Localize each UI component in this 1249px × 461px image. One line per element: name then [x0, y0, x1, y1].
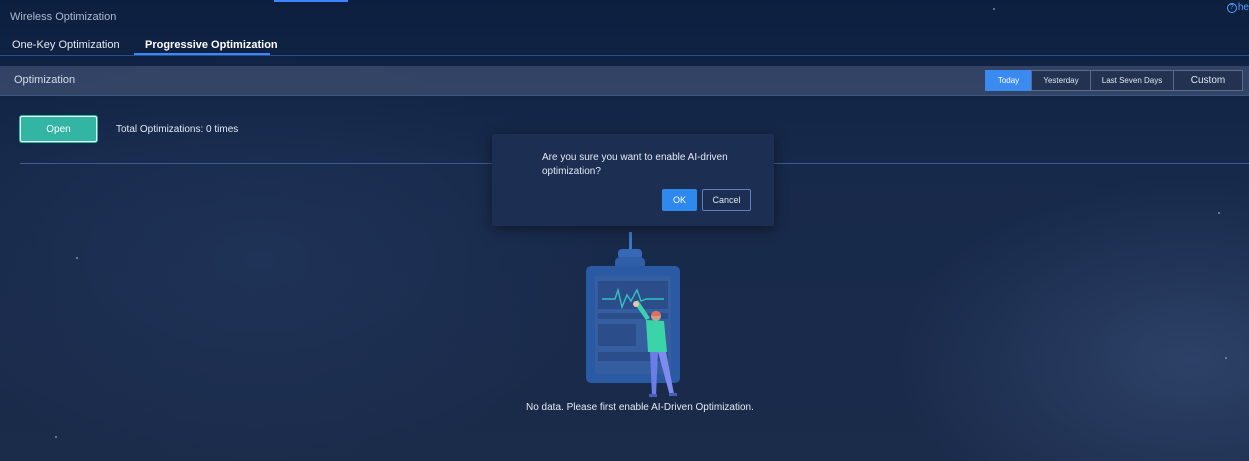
help-circle-icon: ?: [1226, 3, 1237, 13]
help-label: he: [1237, 2, 1249, 13]
filter-today-button[interactable]: Today: [985, 70, 1032, 91]
background-star: [76, 257, 78, 259]
ok-button[interactable]: OK: [662, 189, 697, 211]
clipboard-monitor-icon: [586, 232, 680, 397]
filter-yesterday-button[interactable]: Yesterday: [1031, 70, 1091, 91]
dialog-message: Are you sure you want to enable AI-drive…: [542, 152, 728, 177]
filter-custom-button[interactable]: Custom: [1173, 70, 1243, 91]
empty-state-message: No data. Please first enable AI-Driven O…: [526, 402, 754, 413]
help-link[interactable]: ? he: [1226, 2, 1249, 13]
tabs-divider: [0, 55, 1249, 56]
background-star: [55, 436, 57, 438]
background-star: [1225, 357, 1227, 359]
open-button[interactable]: Open: [20, 116, 97, 142]
confirm-dialog: [492, 134, 774, 226]
background-star: [1218, 212, 1220, 214]
section-title: Optimization: [14, 74, 76, 86]
background-star: [993, 8, 995, 10]
tab-one-key-optimization[interactable]: One-Key Optimization: [12, 39, 120, 51]
top-accent-bar: [274, 0, 348, 2]
total-optimizations-label: Total Optimizations: 0 times: [116, 124, 239, 135]
app-title: Wireless Optimization: [10, 11, 117, 23]
tab-progressive-optimization[interactable]: Progressive Optimization: [145, 39, 278, 51]
empty-state-illustration: [560, 228, 700, 400]
cancel-button[interactable]: Cancel: [702, 189, 751, 211]
filter-last-seven-days-button[interactable]: Last Seven Days: [1090, 70, 1174, 91]
